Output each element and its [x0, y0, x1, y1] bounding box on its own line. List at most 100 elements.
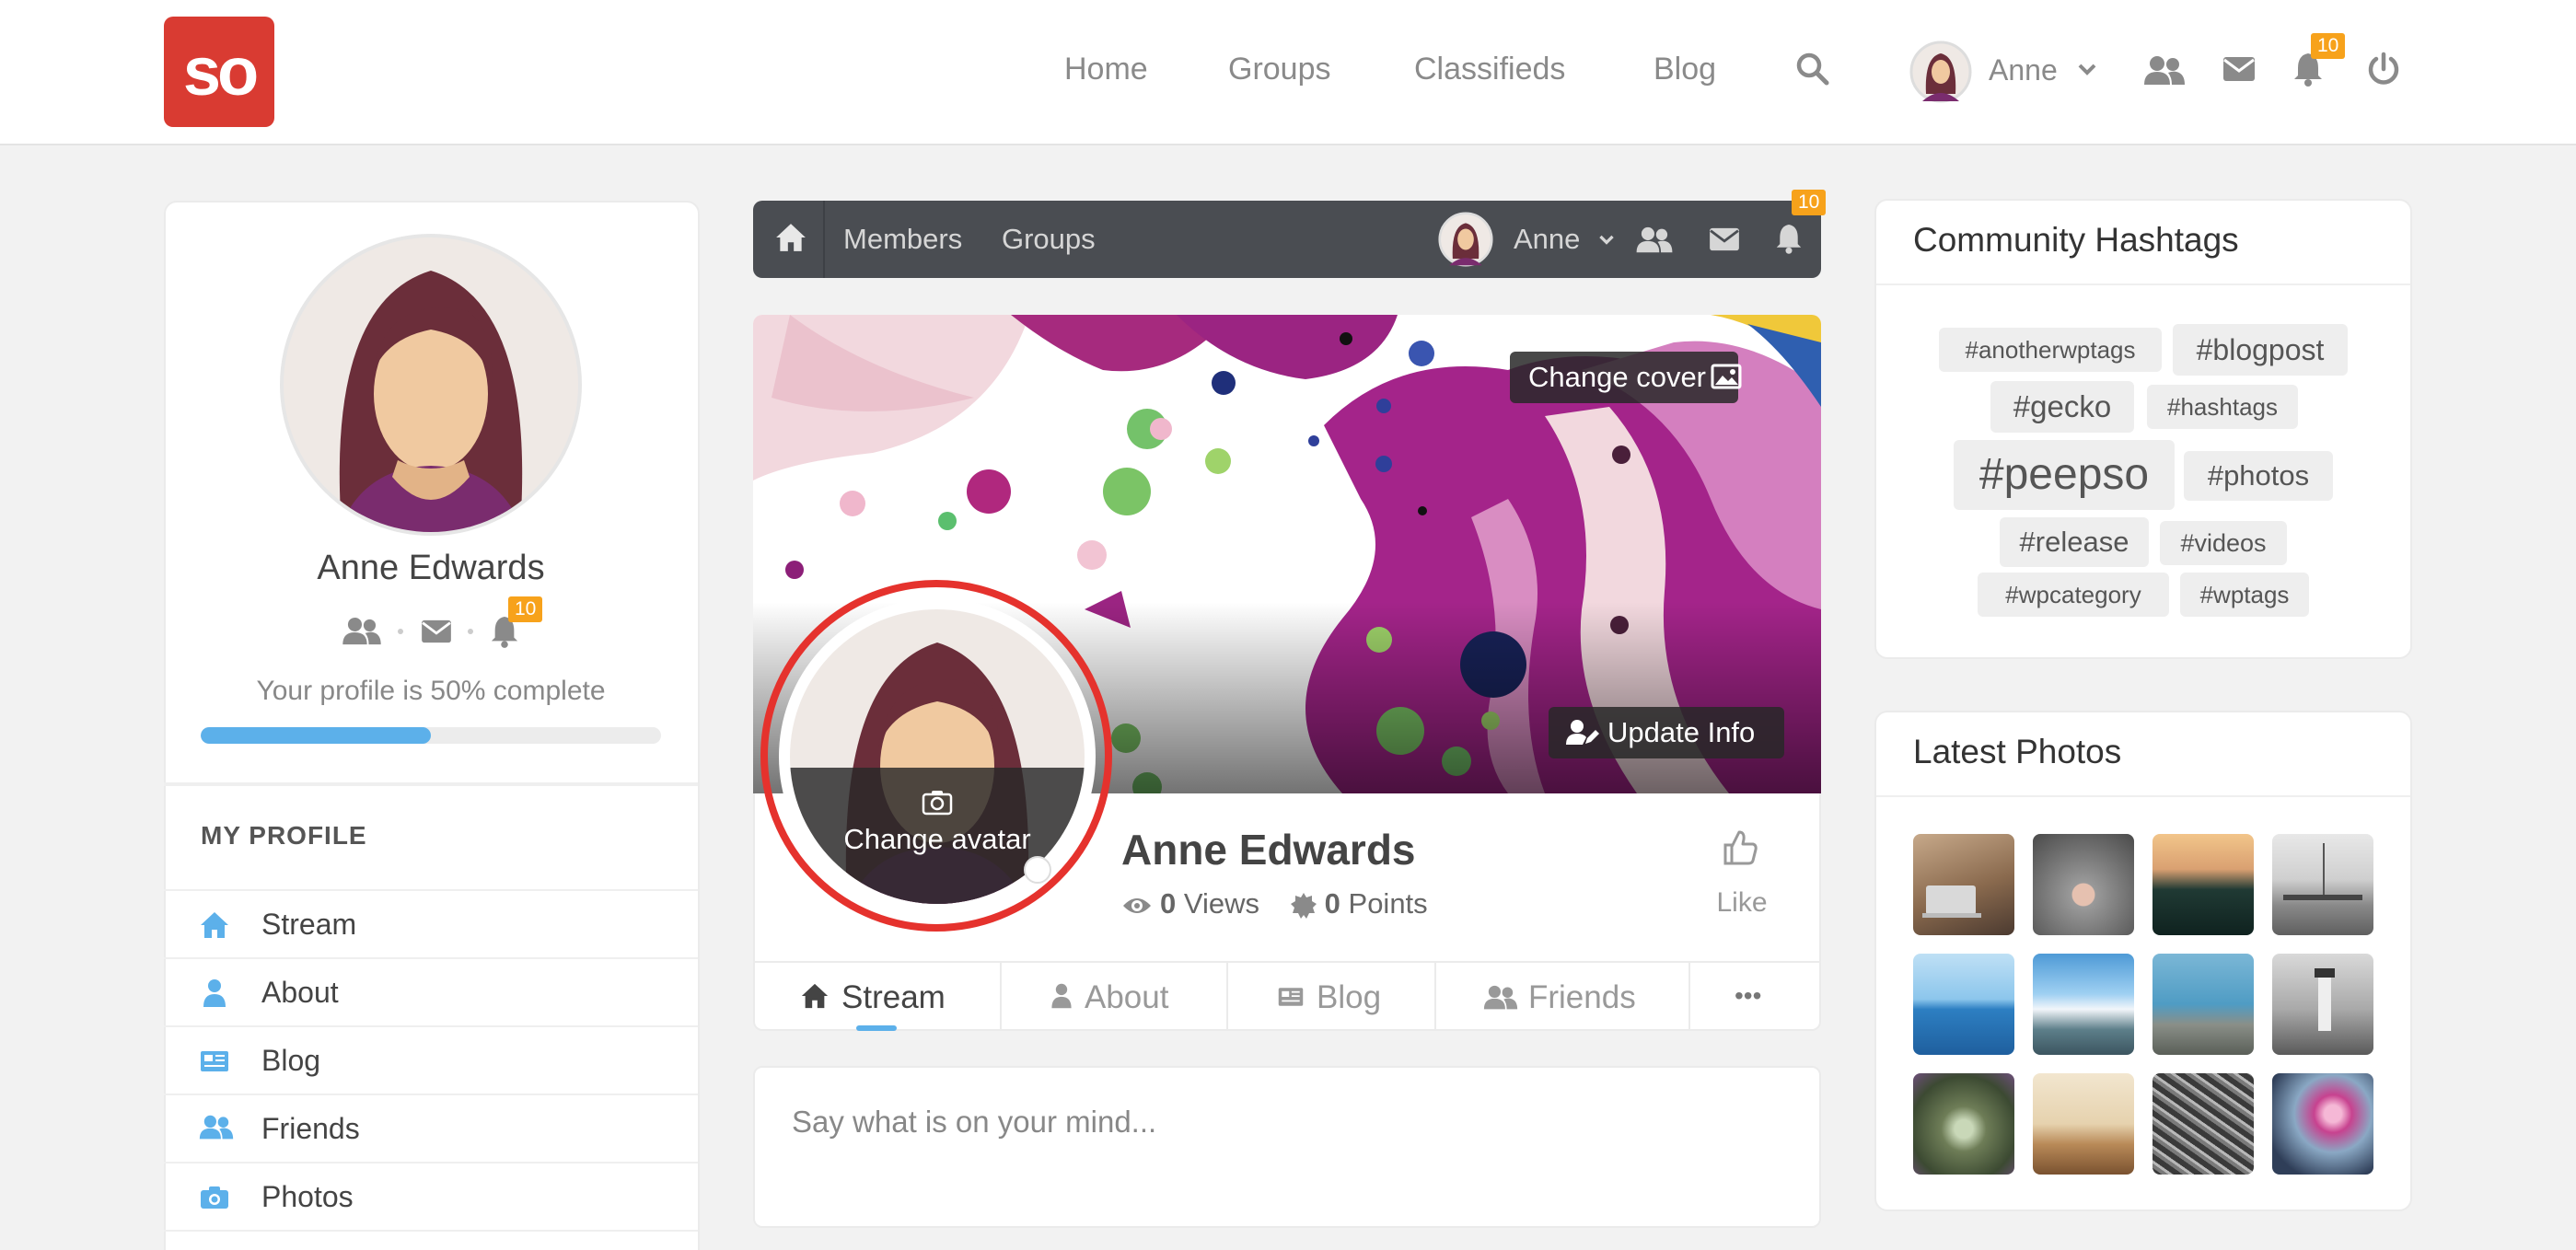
hashtag[interactable]: #photos	[2184, 451, 2333, 501]
nav-home[interactable]: Home	[1064, 52, 1148, 87]
tab-label: Stream	[841, 979, 946, 1015]
user-menu-name: Anne	[1989, 53, 2058, 87]
profile-stats: 0 Views 0 Points	[1121, 887, 1428, 920]
messages-icon[interactable]	[420, 619, 453, 644]
profile-nav-groups[interactable]: Groups	[1002, 223, 1096, 256]
hashtag[interactable]: #anotherwptags	[1939, 328, 2162, 372]
user-avatar[interactable]	[1438, 212, 1493, 267]
hashtag[interactable]: #hashtags	[2147, 385, 2298, 429]
sidebar-item-label: Friends	[261, 1112, 360, 1145]
sidebar-item-blog[interactable]: Blog	[164, 1027, 698, 1095]
profile-nav-user-name[interactable]: Anne	[1514, 223, 1580, 256]
photo-thumbnail[interactable]	[2152, 954, 2254, 1055]
friends-icon	[199, 1114, 234, 1145]
chevron-down-icon[interactable]	[1598, 234, 1615, 247]
hashtags-title: Community Hashtags	[1913, 221, 2239, 259]
photo-thumbnail[interactable]	[1913, 834, 2014, 935]
like-label: Like	[1716, 887, 1768, 918]
photo-thumbnail[interactable]	[2033, 954, 2134, 1055]
hashtag[interactable]: #blogpost	[2173, 324, 2348, 376]
tab-label: Friends	[1528, 979, 1636, 1015]
nav-groups[interactable]: Groups	[1228, 52, 1331, 87]
active-tab-indicator	[856, 1025, 897, 1031]
tab-blog[interactable]: Blog	[1226, 961, 1434, 1029]
more-tabs-button[interactable]: •••	[1688, 961, 1821, 1029]
hashtag[interactable]: #wpcategory	[1978, 573, 2169, 617]
friends-icon	[1482, 985, 1519, 1011]
profile-completion-fill	[201, 727, 431, 744]
user-icon	[1048, 981, 1075, 1011]
update-info-label: Update Info	[1607, 716, 1756, 748]
photo-thumbnail[interactable]	[2272, 1073, 2373, 1175]
divider	[1876, 795, 2410, 797]
hashtag[interactable]: #peepso	[1954, 440, 2175, 510]
profile-completion-bar	[201, 727, 661, 744]
divider	[164, 1230, 698, 1232]
photo-thumbnail[interactable]	[2033, 1073, 2134, 1175]
nav-blog[interactable]: Blog	[1654, 52, 1716, 87]
messages-icon[interactable]	[2222, 55, 2256, 83]
sidebar-item-stream[interactable]: Stream	[164, 891, 698, 959]
views-label: Views	[1183, 887, 1260, 920]
tab-friends[interactable]: Friends	[1434, 961, 1688, 1029]
messages-icon[interactable]	[1709, 226, 1740, 252]
separator-dot	[468, 629, 473, 634]
sidebar-item-label: Photos	[261, 1180, 354, 1213]
home-icon	[799, 981, 830, 1011]
notifications-icon[interactable]	[1775, 223, 1803, 254]
sidebar-item-photos[interactable]: Photos	[164, 1163, 698, 1232]
hashtag[interactable]: #videos	[2160, 521, 2287, 565]
photo-thumbnail[interactable]	[2272, 834, 2373, 935]
user-menu[interactable]: Anne	[1909, 41, 2103, 105]
friends-icon[interactable]	[1635, 226, 1674, 254]
like-button[interactable]: Like	[1694, 828, 1790, 930]
tab-about[interactable]: About	[1000, 961, 1226, 1029]
points-count: 0	[1324, 887, 1340, 920]
photo-thumbnail[interactable]	[1913, 1073, 2014, 1175]
user-edit-icon	[1565, 719, 1600, 747]
sidebar-profile-name: Anne Edwards	[317, 549, 545, 587]
photo-thumbnail[interactable]	[2152, 1073, 2254, 1175]
search-icon[interactable]	[1795, 52, 1830, 87]
hashtag[interactable]: #wptags	[2180, 573, 2309, 617]
user-icon	[199, 978, 230, 1009]
avatar-highlight-ring	[760, 580, 1112, 932]
top-header: so Home Groups Classifieds Blog Anne 10	[0, 0, 2576, 145]
sidebar-item-label: About	[261, 976, 339, 1009]
friends-icon[interactable]	[341, 617, 383, 646]
update-info-button[interactable]: Update Info	[1549, 707, 1784, 758]
change-cover-label: Change cover	[1528, 361, 1707, 393]
notification-badge: 10	[508, 596, 543, 622]
photo-thumbnail[interactable]	[1913, 954, 2014, 1055]
friends-icon[interactable]	[2143, 55, 2186, 87]
post-composer[interactable]: Say what is on your mind...	[753, 1066, 1821, 1228]
profile-navbar: Members Groups Anne 10	[753, 190, 1827, 278]
divider	[1876, 284, 2410, 285]
separator-dot	[398, 629, 403, 634]
home-icon	[199, 909, 230, 941]
divider	[164, 782, 698, 786]
logout-icon[interactable]	[2366, 52, 2401, 87]
nav-classifieds[interactable]: Classifieds	[1414, 52, 1565, 87]
sidebar-item-about[interactable]: About	[164, 959, 698, 1027]
profile-nav-members[interactable]: Members	[843, 223, 962, 256]
home-icon[interactable]	[773, 221, 808, 254]
divider	[823, 201, 825, 278]
hashtag[interactable]: #release	[2000, 517, 2149, 567]
photo-thumbnail[interactable]	[2033, 834, 2134, 935]
sidebar-item-label: Stream	[261, 908, 357, 941]
hashtag[interactable]: #gecko	[1990, 381, 2134, 433]
change-cover-button[interactable]: Change cover	[1510, 352, 1742, 403]
tab-label: Blog	[1317, 979, 1382, 1015]
eye-icon	[1121, 895, 1153, 917]
photo-thumbnail[interactable]	[2152, 834, 2254, 935]
sidebar-avatar[interactable]	[280, 234, 582, 536]
newspaper-icon	[199, 1046, 230, 1077]
sidebar-item-friends[interactable]: Friends	[164, 1095, 698, 1163]
site-logo[interactable]: so	[164, 17, 274, 127]
latest-photos-title: Latest Photos	[1913, 733, 2122, 770]
tab-label: About	[1085, 979, 1169, 1015]
points-label: Points	[1348, 887, 1428, 920]
photo-thumbnail[interactable]	[2272, 954, 2373, 1055]
tab-stream[interactable]: Stream	[753, 961, 1000, 1031]
